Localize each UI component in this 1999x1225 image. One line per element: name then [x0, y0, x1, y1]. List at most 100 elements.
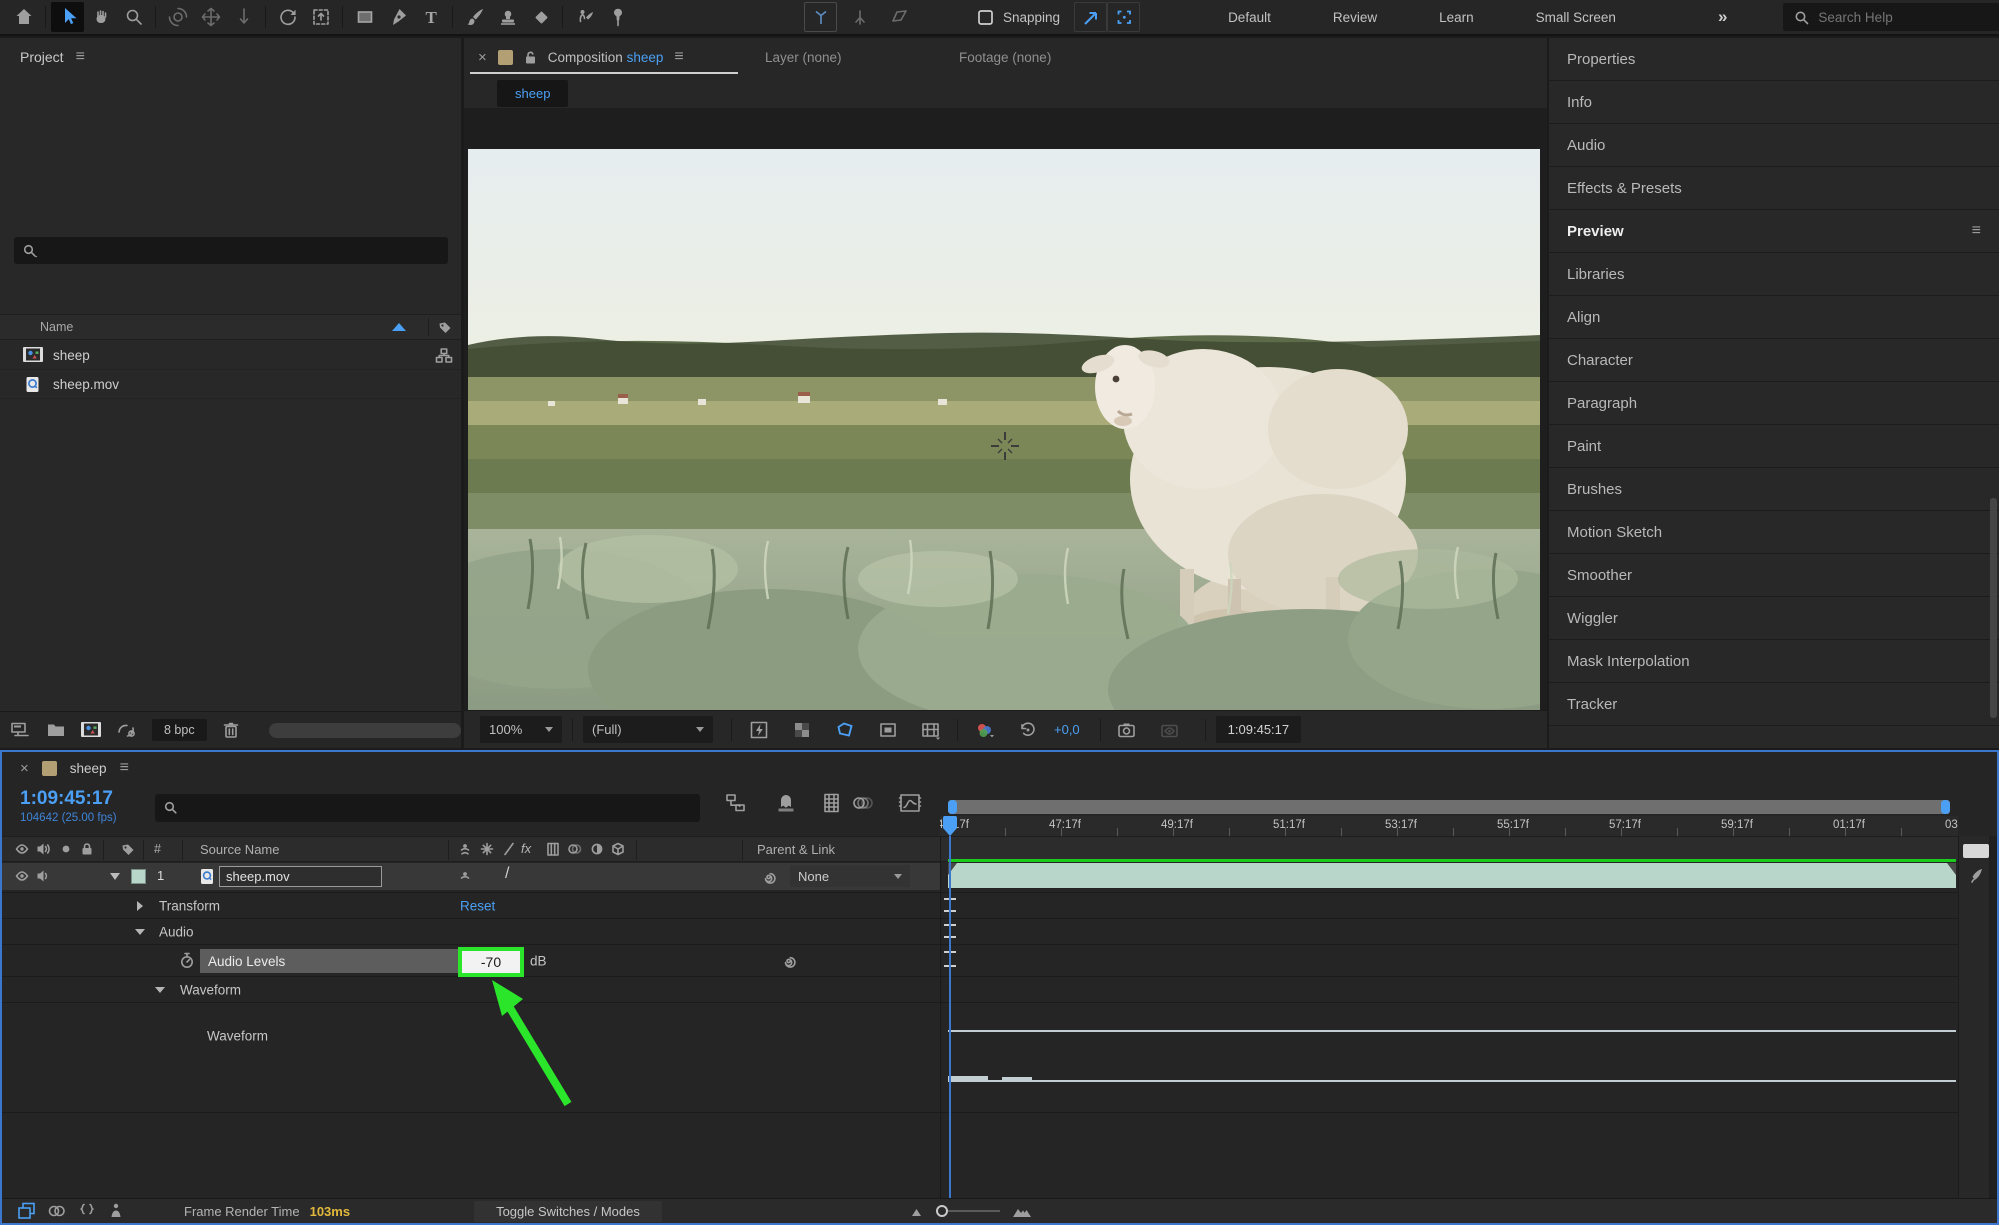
sidebar-scrollbar[interactable] [1990, 498, 1997, 718]
panel-menu-icon[interactable]: ≡ [120, 759, 129, 777]
snapping-checkbox[interactable] [977, 9, 994, 26]
property-pickwhip-icon[interactable] [782, 953, 798, 969]
audio-levels-label[interactable]: Audio Levels [200, 949, 458, 973]
sidebar-item-paint[interactable]: Paint [1549, 425, 1999, 468]
solo-column-icon[interactable] [58, 841, 74, 857]
layer-label-color-chip[interactable] [131, 869, 146, 884]
timeline-vertical-scrollbar[interactable] [1989, 836, 1997, 1198]
timeline-search-box[interactable] [155, 794, 700, 822]
expander-open-icon[interactable] [155, 987, 165, 993]
tab-layer[interactable]: Layer (none) [765, 50, 842, 65]
snap-features-toggle[interactable] [1107, 2, 1140, 32]
panel-menu-icon[interactable]: ≡ [1972, 222, 1981, 240]
toggle-switches-modes-button[interactable]: Toggle Switches / Modes [474, 1201, 662, 1222]
breadcrumb[interactable]: sheep [497, 80, 568, 107]
search-help-box[interactable] [1783, 3, 1999, 31]
waveform-label[interactable]: Waveform [180, 982, 241, 997]
timeline-horizontal-scroll-thumb[interactable] [1963, 844, 1989, 858]
puppet-pin-tool[interactable] [601, 2, 634, 32]
source-name-column[interactable]: Source Name [200, 842, 279, 857]
project-item-label[interactable]: sheep [53, 348, 90, 363]
guides-options-button[interactable] [914, 715, 947, 745]
panel-menu-icon[interactable]: ≡ [674, 48, 683, 66]
layer-shy-switch[interactable] [457, 869, 473, 885]
sidebar-item-smoother[interactable]: Smoother [1549, 554, 1999, 597]
shy-column-icon[interactable] [457, 841, 473, 857]
sidebar-item-paragraph[interactable]: Paragraph [1549, 382, 1999, 425]
project-columns-header[interactable]: Name [0, 314, 461, 340]
audio-column-speaker-icon[interactable] [35, 841, 51, 857]
sidebar-item-effects-presets[interactable]: Effects & Presets [1549, 167, 1999, 210]
stopwatch-icon[interactable] [178, 951, 196, 970]
new-composition-icon[interactable] [80, 721, 102, 739]
workspace-small-screen[interactable]: Small Screen [1530, 6, 1622, 29]
zoom-slider-track[interactable] [948, 1210, 1000, 1212]
new-folder-icon[interactable] [46, 721, 66, 739]
axis-view-toggle[interactable] [882, 2, 915, 32]
rectangle-tool[interactable] [348, 2, 381, 32]
search-help-input[interactable] [1818, 10, 1978, 25]
layer-visibility-eye-icon[interactable] [14, 868, 30, 884]
dolly-camera-tool[interactable] [227, 2, 260, 32]
timeline-search-input[interactable] [185, 801, 700, 816]
zoom-in-mountain-icon[interactable] [1012, 1204, 1032, 1219]
animator-icon[interactable] [106, 1201, 128, 1221]
sidebar-item-align[interactable]: Align [1549, 296, 1999, 339]
render-quill-icon[interactable] [1966, 866, 1986, 886]
resolution-dropdown[interactable]: (Full) [583, 716, 713, 743]
take-snapshot-button[interactable] [1111, 715, 1144, 745]
workspace-overflow-chevrons[interactable]: » [1718, 7, 1727, 27]
roto-brush-tool[interactable] [568, 2, 601, 32]
stamp-tool[interactable] [491, 2, 524, 32]
frame-blending-button[interactable] [820, 792, 844, 814]
tab-composition-sheep[interactable]: × Composition sheep ≡ [464, 48, 684, 66]
reset-exposure-button[interactable] [1011, 715, 1044, 745]
blend-circles-icon[interactable] [46, 1201, 68, 1221]
region-of-interest-button[interactable] [828, 715, 861, 745]
preview-time-display[interactable]: 1:09:45:17 [1216, 716, 1301, 743]
type-tool[interactable]: T [414, 2, 447, 32]
project-item-label[interactable]: sheep.mov [53, 377, 119, 392]
layer-row-sheep-mov[interactable]: 1 sheep.mov / None [2, 863, 940, 890]
breadcrumb-label[interactable]: sheep [515, 86, 550, 101]
time-ruler[interactable]: 45:17f 47:17f 49:17f 51:17f 53:17f 55:17… [940, 784, 1958, 836]
waveform-property-row[interactable]: Waveform [2, 976, 1958, 1002]
workspace-learn[interactable]: Learn [1433, 6, 1480, 29]
show-snapshot-button[interactable] [1154, 715, 1187, 745]
layer-audio-speaker-icon[interactable] [35, 868, 51, 884]
flowchart-icon[interactable] [435, 347, 453, 364]
parent-pickwhip-icon[interactable] [762, 869, 778, 885]
project-item-sheep[interactable]: sheep [0, 341, 461, 370]
project-item-sheep-mov[interactable]: sheep.mov [0, 370, 461, 399]
camera-frame-tool[interactable] [304, 2, 337, 32]
sidebar-item-wiggler[interactable]: Wiggler [1549, 597, 1999, 640]
sidebar-item-libraries[interactable]: Libraries [1549, 253, 1999, 296]
zoom-tool[interactable] [117, 2, 150, 32]
transform-property-row[interactable]: Transform Reset [2, 892, 1958, 918]
blur-circles-column-icon[interactable] [566, 841, 584, 857]
label-column-icon[interactable] [120, 841, 136, 857]
effects-column-icon[interactable] [479, 841, 495, 857]
channel-settings-button[interactable] [968, 715, 1001, 745]
composition-nesting-icon[interactable] [16, 1201, 38, 1221]
audio-group-label[interactable]: Audio [159, 924, 194, 939]
expander-open-icon[interactable] [135, 929, 145, 935]
playhead-line[interactable] [949, 836, 951, 1198]
project-search-input[interactable] [44, 243, 448, 258]
video-column-eye-icon[interactable] [14, 841, 30, 857]
snapping-control[interactable]: Snapping [977, 9, 1060, 26]
audio-levels-value-field[interactable]: -70 [458, 947, 524, 977]
layer-quality-switch[interactable]: / [505, 865, 509, 883]
current-time-display[interactable]: 1:09:45:17 [20, 788, 113, 810]
audio-group-row[interactable]: Audio [2, 918, 1958, 944]
orbit-camera-tool[interactable] [161, 2, 194, 32]
sort-ascending-icon[interactable] [392, 323, 406, 331]
brackets-icon[interactable] [76, 1201, 98, 1221]
bit-depth-button[interactable]: 8 bpc [152, 719, 207, 741]
sidebar-item-brushes[interactable]: Brushes [1549, 468, 1999, 511]
composition-viewer[interactable] [464, 108, 1547, 710]
tab-footage[interactable]: Footage (none) [959, 50, 1051, 65]
zoom-slider-knob[interactable] [936, 1205, 948, 1217]
sidebar-item-mask-interpolation[interactable]: Mask Interpolation [1549, 640, 1999, 683]
layer-number-column[interactable]: # [154, 842, 161, 856]
